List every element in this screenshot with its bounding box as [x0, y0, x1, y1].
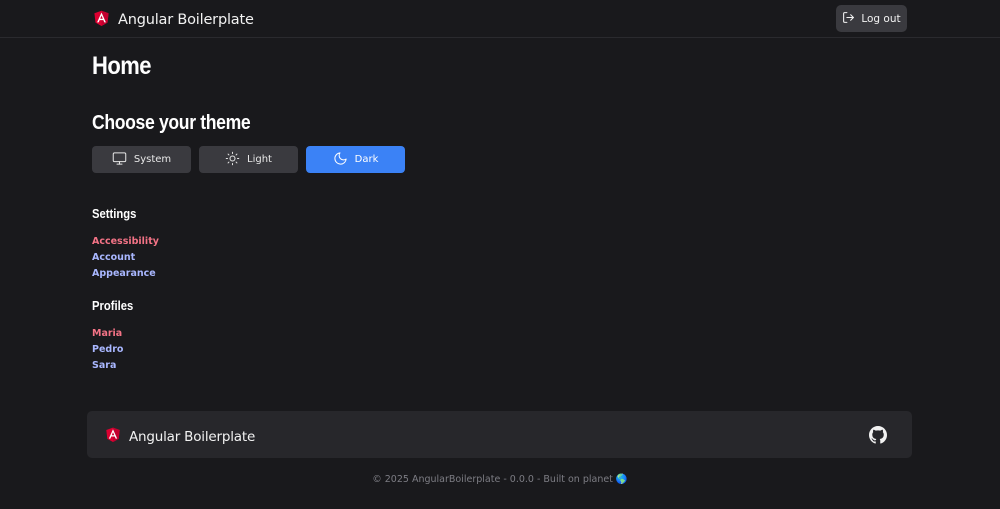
page-title: Home — [92, 52, 152, 80]
profile-link-maria[interactable]: Maria — [92, 326, 123, 342]
settings-link-appearance[interactable]: Appearance — [92, 266, 159, 282]
profiles-list: Maria Pedro Sara — [92, 326, 123, 374]
theme-dark-button[interactable]: Dark — [306, 146, 405, 173]
settings-link-account[interactable]: Account — [92, 250, 159, 266]
settings-link-accessibility[interactable]: Accessibility — [92, 234, 159, 250]
profiles-heading: Profiles — [92, 299, 134, 313]
settings-list: Accessibility Account Appearance — [92, 234, 159, 282]
monitor-icon — [112, 151, 134, 169]
footer-brand-link[interactable]: Angular Boilerplate — [104, 425, 255, 448]
logout-icon — [842, 11, 861, 27]
theme-selector: System Light Dark — [92, 146, 405, 173]
brand-link[interactable]: Angular Boilerplate — [92, 8, 254, 32]
theme-system-button[interactable]: System — [92, 146, 191, 173]
footer-card: Angular Boilerplate — [87, 411, 912, 458]
moon-icon — [333, 151, 355, 169]
brand-title: Angular Boilerplate — [118, 12, 254, 28]
settings-heading: Settings — [92, 207, 137, 221]
sun-icon — [225, 151, 247, 169]
theme-system-label: System — [133, 154, 172, 165]
copyright-text: © 2025 AngularBoilerplate - 0.0.0 - Buil… — [372, 474, 628, 485]
theme-light-label: Light — [247, 154, 272, 165]
top-navbar: Angular Boilerplate Log out — [0, 0, 1000, 38]
theme-light-button[interactable]: Light — [199, 146, 298, 173]
logout-button[interactable]: Log out — [836, 5, 907, 32]
profile-link-pedro[interactable]: Pedro — [92, 342, 123, 358]
theme-heading: Choose your theme — [92, 112, 251, 134]
github-icon[interactable] — [869, 426, 887, 444]
angular-logo-icon — [104, 425, 122, 448]
angular-logo-icon — [92, 8, 111, 32]
theme-dark-label: Dark — [354, 154, 379, 165]
logout-label: Log out — [861, 12, 901, 25]
footer-brand-title: Angular Boilerplate — [129, 428, 256, 445]
profile-link-sara[interactable]: Sara — [92, 358, 123, 374]
